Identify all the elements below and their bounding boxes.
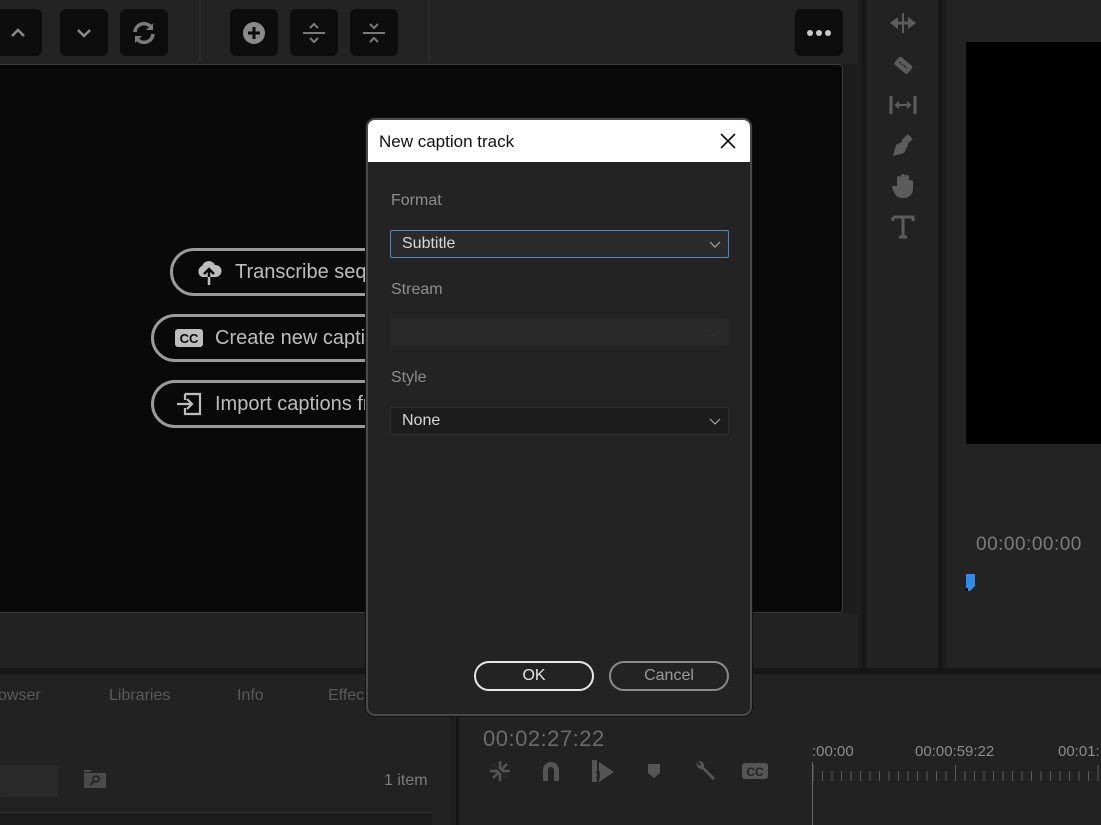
- format-value: Subtitle: [402, 235, 456, 252]
- hand-icon: [891, 174, 913, 199]
- style-select[interactable]: None: [390, 407, 729, 435]
- ripple-toggle-button[interactable]: [487, 758, 513, 784]
- collapse-vertical-icon: [363, 22, 385, 43]
- cancel-button[interactable]: Cancel: [609, 661, 729, 691]
- toolbar-divider: [428, 0, 430, 62]
- style-label: Style: [391, 369, 427, 386]
- wrench-icon: [696, 760, 715, 780]
- dialog-titlebar[interactable]: New caption track: [368, 120, 750, 162]
- next-caption-button[interactable]: [60, 9, 108, 56]
- project-search-input[interactable]: [0, 765, 58, 797]
- add-caption-button[interactable]: [230, 9, 278, 56]
- track-select-tool[interactable]: [888, 8, 918, 38]
- cloud-upload-icon: [195, 260, 223, 285]
- tab-effects[interactable]: Effec: [328, 687, 364, 705]
- linked-selection-icon: [592, 760, 614, 782]
- hand-tool[interactable]: [888, 171, 918, 201]
- ruler-label: 00:00:59:22: [915, 743, 995, 760]
- toolbar-divider: [199, 0, 201, 62]
- marker-icon: [648, 764, 660, 778]
- add-circle-icon: [243, 21, 265, 44]
- type-icon: [891, 215, 915, 239]
- chevron-down-icon: [77, 28, 91, 38]
- program-monitor-timecode[interactable]: 00:00:00:00: [976, 534, 1082, 556]
- timeline-timecode[interactable]: 00:02:27:22: [483, 726, 605, 752]
- tab-info[interactable]: Info: [237, 687, 264, 705]
- expand-vertical-icon: [303, 22, 325, 43]
- import-captions-label: Import captions fr: [215, 392, 370, 415]
- snap-magnet-icon: [543, 762, 559, 781]
- ok-button[interactable]: OK: [474, 661, 594, 691]
- tab-media-browser[interactable]: owser: [0, 687, 41, 705]
- style-value: None: [402, 412, 441, 429]
- project-list-header: [0, 812, 432, 825]
- cc-icon: CC: [742, 763, 768, 779]
- find-folder-icon: [84, 770, 106, 788]
- timeline-settings-button[interactable]: [692, 758, 718, 784]
- more-options-button[interactable]: [795, 9, 843, 56]
- refresh-icon: [133, 21, 155, 44]
- chevron-down-icon: [709, 241, 721, 248]
- chevron-down-icon: [709, 329, 721, 336]
- import-captions-button[interactable]: Import captions fr: [151, 380, 400, 428]
- razor-icon: [894, 56, 913, 74]
- ripple-edit-tool[interactable]: [888, 90, 918, 120]
- stream-label: Stream: [391, 281, 443, 298]
- split-caption-button[interactable]: [290, 9, 338, 56]
- tab-libraries[interactable]: Libraries: [109, 687, 170, 705]
- svg-text:CC: CC: [746, 765, 764, 779]
- timeline-playhead-line[interactable]: [812, 762, 813, 825]
- svg-text:CC: CC: [180, 331, 199, 346]
- playhead-icon: [966, 574, 975, 591]
- ripple-icon: [490, 761, 510, 781]
- ruler-label: :00:00: [812, 743, 854, 760]
- close-icon: [720, 133, 736, 149]
- dialog-title: New caption track: [379, 132, 515, 151]
- item-count: 1 item: [384, 772, 428, 789]
- sync-button[interactable]: [120, 9, 168, 56]
- program-monitor-video[interactable]: [966, 42, 1101, 444]
- create-new-caption-track-button[interactable]: CC Create new captio: [151, 314, 400, 362]
- track-select-icon: [890, 13, 916, 33]
- caption-options-button[interactable]: CC: [742, 758, 768, 784]
- more-icon: [807, 29, 831, 36]
- new-caption-track-dialog: New caption track Format Subtitle Stream…: [366, 118, 752, 716]
- snap-button[interactable]: [538, 758, 564, 784]
- close-button[interactable]: [714, 127, 742, 155]
- type-tool[interactable]: [888, 212, 918, 242]
- format-select[interactable]: Subtitle: [390, 230, 729, 258]
- cc-icon: CC: [175, 326, 203, 350]
- add-marker-button[interactable]: [641, 758, 667, 784]
- format-label: Format: [391, 192, 442, 209]
- previous-caption-button[interactable]: [0, 9, 42, 56]
- create-new-caption-label: Create new captio: [215, 326, 377, 349]
- find-button[interactable]: [84, 770, 106, 788]
- razor-tool[interactable]: [888, 50, 918, 80]
- chevron-down-icon: [709, 418, 721, 425]
- tools-panel: [862, 0, 942, 668]
- stream-select[interactable]: [390, 318, 729, 346]
- monitor-playhead-handle[interactable]: [966, 574, 975, 591]
- captions-toolbar: [0, 0, 858, 64]
- import-icon: [175, 392, 203, 416]
- chevron-up-icon: [11, 27, 25, 37]
- merge-caption-button[interactable]: [350, 9, 398, 56]
- ruler-label: 00:01:: [1058, 743, 1100, 760]
- linked-selection-button[interactable]: [590, 758, 616, 784]
- ripple-edit-icon: [889, 96, 917, 114]
- pen-tool[interactable]: [888, 131, 918, 161]
- pen-icon: [893, 134, 913, 156]
- time-ruler[interactable]: [812, 765, 1101, 783]
